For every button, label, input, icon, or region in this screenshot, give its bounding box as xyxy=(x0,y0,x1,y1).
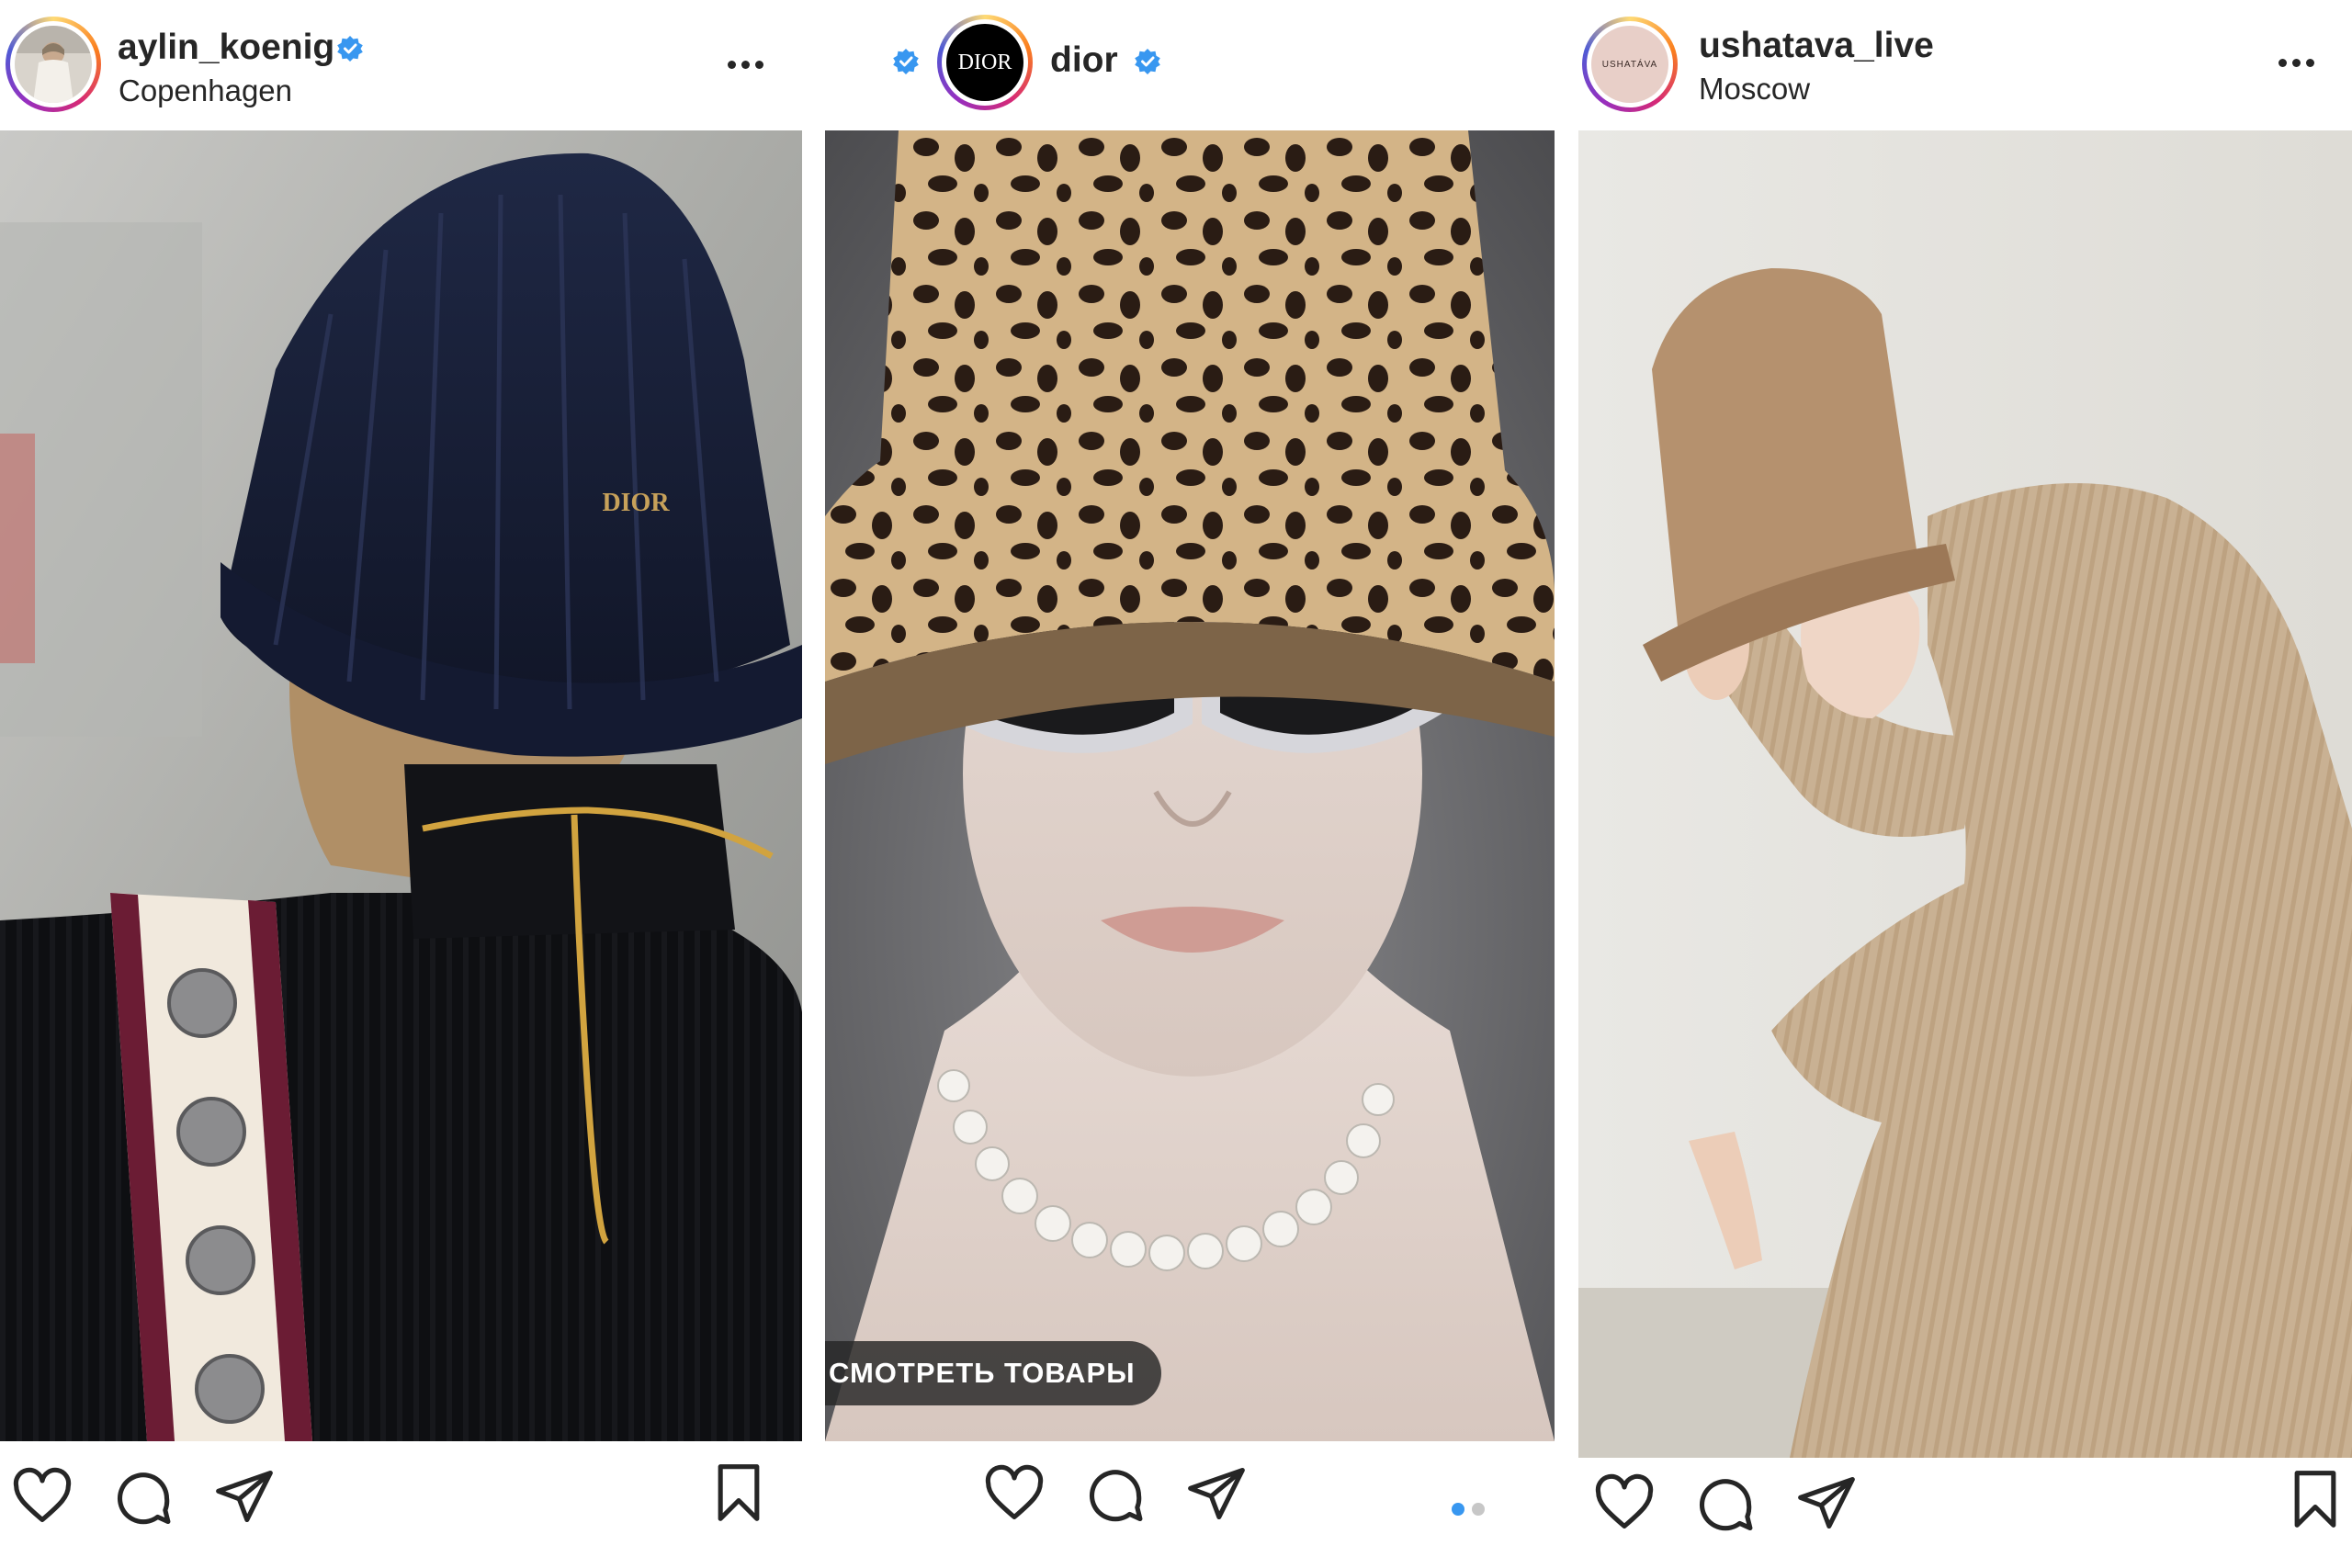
share-icon[interactable] xyxy=(1185,1462,1248,1525)
verified-badge-icon xyxy=(1135,49,1160,74)
post-ushatava-live: USHATÁVA ushatava_live Moscow xyxy=(1578,0,2352,1568)
post-actions xyxy=(825,1451,1555,1552)
carousel-dot xyxy=(1472,1503,1485,1516)
comment-icon[interactable] xyxy=(112,1467,175,1529)
comment-icon[interactable] xyxy=(1084,1464,1147,1527)
avatar-photo xyxy=(15,26,92,103)
heart-icon[interactable] xyxy=(1593,1472,1656,1534)
share-icon[interactable] xyxy=(213,1465,276,1528)
hat-logo: DIOR xyxy=(602,489,670,517)
bookmark-icon[interactable] xyxy=(2284,1468,2346,1530)
post-actions xyxy=(1578,1461,2352,1562)
avatar-logo: DIOR xyxy=(957,50,1012,74)
post-actions xyxy=(0,1454,802,1555)
avatar-logo: USHATÁVA xyxy=(1601,59,1658,70)
heart-icon[interactable] xyxy=(11,1465,74,1528)
post-photo[interactable]: DIOR xyxy=(0,130,802,1441)
avatar[interactable]: DIOR xyxy=(937,15,1033,110)
location[interactable]: Copenhagen xyxy=(119,73,292,108)
post-header: USHATÁVA ushatava_live Moscow xyxy=(1578,0,2352,130)
username[interactable]: ushatava_live xyxy=(1699,26,1934,66)
carousel-indicator xyxy=(1452,1503,1488,1517)
location[interactable]: Moscow xyxy=(1699,72,1810,107)
post-header: DIOR dior xyxy=(825,0,1555,130)
post-header: aylin_koenig Copenhagen xyxy=(0,0,802,130)
post-photo[interactable] xyxy=(825,130,1555,1441)
more-options-icon[interactable] xyxy=(722,55,770,73)
post-dior: DIOR dior СМОТРЕТЬ ТОВАРЫ xyxy=(825,0,1555,1568)
avatar[interactable]: USHATÁVA xyxy=(1582,17,1678,112)
bookmark-icon[interactable] xyxy=(707,1461,770,1524)
carousel-dot-active xyxy=(1452,1503,1464,1516)
share-icon[interactable] xyxy=(1795,1472,1858,1534)
username[interactable]: aylin_koenig xyxy=(118,28,334,68)
more-options-icon[interactable] xyxy=(2273,53,2321,72)
comment-icon[interactable] xyxy=(1694,1473,1757,1536)
post-photo[interactable] xyxy=(1578,130,2352,1458)
username[interactable]: dior xyxy=(1050,40,1118,81)
verified-badge-icon xyxy=(337,36,363,62)
post-aylin-koenig: aylin_koenig Copenhagen DIOR xyxy=(0,0,802,1568)
avatar[interactable] xyxy=(6,17,101,112)
verified-badge-icon xyxy=(893,49,919,74)
heart-icon[interactable] xyxy=(983,1462,1046,1525)
shop-products-button[interactable]: СМОТРЕТЬ ТОВАРЫ xyxy=(825,1341,1161,1405)
